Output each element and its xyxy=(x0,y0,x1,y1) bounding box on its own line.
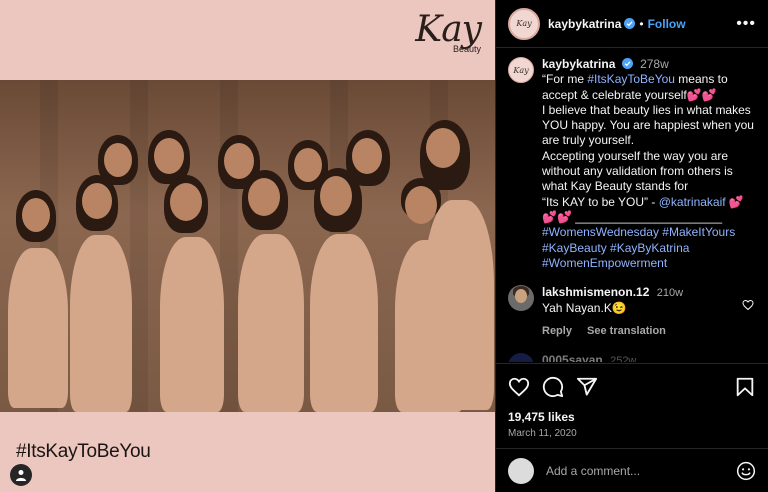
commenter-username[interactable]: lakshmismenon.12 xyxy=(542,285,649,299)
verified-icon xyxy=(624,18,636,29)
reply-button[interactable]: Reply xyxy=(542,325,572,337)
separator-dot: • xyxy=(639,16,644,31)
caption-avatar-text: Kay xyxy=(513,65,529,75)
mention-link[interactable]: @katrinakaif xyxy=(659,195,726,209)
caption-time: 278w xyxy=(640,57,669,71)
kay-beauty-logo: Kay Beauty xyxy=(415,9,482,55)
caption-hashtags[interactable]: #WomensWednesday #MakeItYours #KayBeauty… xyxy=(542,225,735,270)
caption-line4-pre: “Its KAY to be YOU” - xyxy=(542,194,659,209)
comments-list[interactable]: Kay kaybykatrina 278w “For me #ItsKayToB… xyxy=(496,49,768,362)
follow-button[interactable]: Follow xyxy=(648,17,686,31)
comment-time: 210w xyxy=(656,287,684,300)
author-avatar[interactable]: Kay xyxy=(508,7,540,40)
share-icon[interactable] xyxy=(576,376,598,398)
user-icon xyxy=(16,470,26,481)
group-photo xyxy=(0,80,495,412)
like-heart-icon[interactable] xyxy=(508,376,530,398)
tagged-users-button[interactable] xyxy=(10,464,32,486)
caption-verified-icon xyxy=(621,58,633,69)
comment-icon[interactable] xyxy=(542,376,564,398)
caption-body: kaybykatrina 278w “For me #ItsKayToBeYou… xyxy=(542,57,755,271)
avatar-text: Kay xyxy=(516,19,532,28)
more-options-icon[interactable]: ••• xyxy=(736,15,756,33)
hashtag-link[interactable]: #ItsKayToBeYou xyxy=(587,72,675,86)
save-bookmark-icon[interactable] xyxy=(734,376,756,398)
post-caption: Kay kaybykatrina 278w “For me #ItsKayToB… xyxy=(508,57,756,271)
add-comment-input[interactable] xyxy=(546,463,736,478)
caption-line1-pre: “For me xyxy=(542,72,588,87)
author-username[interactable]: kaybykatrina xyxy=(548,17,621,31)
brand-name: Kay xyxy=(415,9,482,50)
image-hashtag: #ItsKayToBeYou xyxy=(16,441,151,462)
add-comment-bar xyxy=(496,448,768,492)
comment-item: 0005sayan 252w xyxy=(508,353,756,362)
caption-line3: Accepting yourself the way you are witho… xyxy=(542,148,733,194)
current-user-avatar xyxy=(508,457,534,484)
comment-text: Yah Nayan.K😉 xyxy=(542,301,627,316)
emoji-icon[interactable] xyxy=(736,461,756,481)
like-comment-heart-icon[interactable] xyxy=(742,299,754,311)
comment-time: 252w xyxy=(610,355,637,362)
see-translation-button[interactable]: See translation xyxy=(587,325,666,337)
likes-count[interactable]: 19,475 likes xyxy=(508,410,756,424)
commenter-avatar[interactable] xyxy=(508,353,534,362)
caption-username[interactable]: kaybykatrina xyxy=(542,57,615,71)
commenter-avatar[interactable] xyxy=(508,285,534,312)
post-side-panel: Kay kaybykatrina • Follow ••• Kay kaybyk… xyxy=(495,0,768,492)
caption-avatar[interactable]: Kay xyxy=(508,57,534,83)
post-date: March 11, 2020 xyxy=(508,428,577,439)
post-actions: 19,475 likes March 11, 2020 xyxy=(496,363,768,439)
commenter-username[interactable]: 0005sayan xyxy=(542,353,603,362)
comment-item: lakshmismenon.12 210w Yah Nayan.K😉 Reply… xyxy=(508,285,756,339)
post-header: Kay kaybykatrina • Follow ••• xyxy=(496,0,768,48)
caption-line2: I believe that beauty lies in what makes… xyxy=(542,102,754,148)
post-media[interactable]: Kay Beauty #ItsKayToBeYou xyxy=(0,0,495,492)
